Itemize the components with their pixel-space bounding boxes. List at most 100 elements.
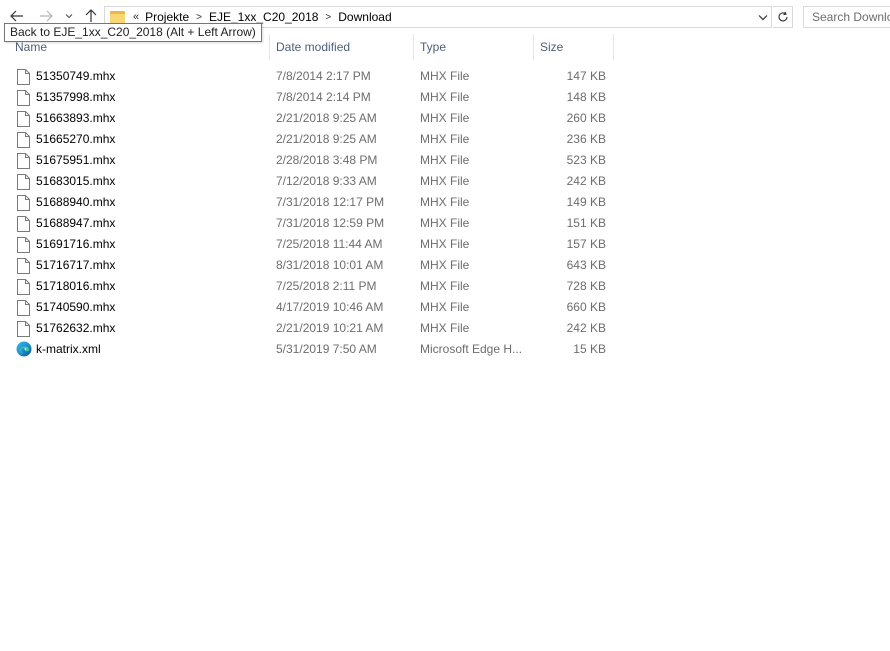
file-list: 51350749.mhx 7/8/2014 2:17 PM MHX File 147 … bbox=[0, 66, 614, 360]
file-date-modified: 7/25/2018 11:44 AM bbox=[276, 237, 383, 251]
file-row[interactable]: 51740590.mhx 4/17/2019 10:46 AM MHX File 66… bbox=[0, 297, 614, 318]
address-history-button[interactable] bbox=[755, 7, 771, 27]
file-size: 147 KB bbox=[566, 69, 606, 83]
file-size: 643 KB bbox=[566, 258, 606, 272]
file-name: 51688947.mhx bbox=[36, 216, 116, 230]
file-name: 51688940.mhx bbox=[36, 195, 116, 209]
file-date-modified: 7/31/2018 12:17 PM bbox=[276, 195, 385, 209]
file-type: MHX File bbox=[420, 216, 470, 230]
file-date-modified: 2/28/2018 3:48 PM bbox=[276, 153, 378, 167]
file-type: MHX File bbox=[420, 237, 470, 251]
file-size: 728 KB bbox=[566, 279, 606, 293]
file-date-modified: 2/21/2019 10:21 AM bbox=[276, 321, 384, 335]
back-button-tooltip: Back to EJE_1xx_C20_2018 (Alt + Left Arr… bbox=[4, 23, 262, 42]
column-header-type[interactable]: Type bbox=[414, 34, 534, 60]
file-name: 51716717.mhx bbox=[36, 258, 116, 272]
file-name: k-matrix.xml bbox=[36, 342, 101, 356]
chevron-right-icon[interactable]: > bbox=[196, 12, 202, 23]
file-row[interactable]: 51683015.mhx 7/12/2018 9:33 AM MHX File 242… bbox=[0, 171, 614, 192]
column-header-date-modified[interactable]: Date modified bbox=[270, 34, 414, 60]
file-date-modified: 2/21/2018 9:25 AM bbox=[276, 132, 377, 146]
file-size: 157 KB bbox=[566, 237, 606, 251]
file-date-modified: 7/8/2014 2:17 PM bbox=[276, 69, 371, 83]
file-type: MHX File bbox=[420, 153, 470, 167]
file-row[interactable]: 51665270.mhx 2/21/2018 9:25 AM MHX File 236… bbox=[0, 129, 614, 150]
file-icon bbox=[17, 90, 30, 106]
file-row[interactable]: 51688947.mhx 7/31/2018 12:59 PM MHX File 15… bbox=[0, 213, 614, 234]
file-date-modified: 7/8/2014 2:14 PM bbox=[276, 90, 371, 104]
file-type: MHX File bbox=[420, 258, 470, 272]
arrow-right-icon bbox=[40, 10, 53, 22]
file-type: Microsoft Edge H... bbox=[420, 342, 523, 356]
file-size: 149 KB bbox=[566, 195, 606, 209]
chevron-right-icon[interactable]: > bbox=[325, 12, 331, 23]
file-date-modified: 8/31/2018 10:01 AM bbox=[276, 258, 384, 272]
file-name: 51357998.mhx bbox=[36, 90, 116, 104]
file-row[interactable]: 51675951.mhx 2/28/2018 3:48 PM MHX File 523… bbox=[0, 150, 614, 171]
file-name: 51350749.mhx bbox=[36, 69, 116, 83]
file-size: 242 KB bbox=[566, 321, 606, 335]
file-size: 260 KB bbox=[566, 111, 606, 125]
file-row[interactable]: 51691716.mhx 7/25/2018 11:44 AM MHX File 15… bbox=[0, 234, 614, 255]
file-icon bbox=[17, 300, 30, 316]
file-name: 51691716.mhx bbox=[36, 237, 116, 251]
file-name: 51675951.mhx bbox=[36, 153, 116, 167]
file-size: 242 KB bbox=[566, 174, 606, 188]
column-header-size[interactable]: Size bbox=[534, 34, 614, 60]
arrow-left-icon bbox=[10, 10, 23, 22]
file-icon bbox=[17, 69, 30, 85]
file-date-modified: 2/21/2018 9:25 AM bbox=[276, 111, 377, 125]
file-row[interactable]: 51762632.mhx 2/21/2019 10:21 AM MHX File 24… bbox=[0, 318, 614, 339]
file-size: 660 KB bbox=[566, 300, 606, 314]
arrow-up-icon bbox=[85, 9, 97, 22]
file-type: MHX File bbox=[420, 111, 470, 125]
breadcrumb-item-projekte[interactable]: Projekte bbox=[145, 10, 189, 24]
file-date-modified: 7/25/2018 2:11 PM bbox=[276, 279, 377, 293]
chevron-down-icon bbox=[758, 14, 768, 20]
file-size: 15 KB bbox=[573, 342, 606, 356]
file-row[interactable]: 51688940.mhx 7/31/2018 12:17 PM MHX File 14… bbox=[0, 192, 614, 213]
file-name: 51762632.mhx bbox=[36, 321, 116, 335]
file-size: 523 KB bbox=[566, 153, 606, 167]
file-name: 51740590.mhx bbox=[36, 300, 116, 314]
file-icon bbox=[17, 195, 30, 211]
file-row[interactable]: 51718016.mhx 7/25/2018 2:11 PM MHX File 728… bbox=[0, 276, 614, 297]
file-name: 51718016.mhx bbox=[36, 279, 116, 293]
file-date-modified: 7/12/2018 9:33 AM bbox=[276, 174, 377, 188]
refresh-button[interactable] bbox=[773, 6, 793, 28]
file-size: 236 KB bbox=[566, 132, 606, 146]
chevron-down-icon bbox=[65, 14, 73, 19]
file-size: 151 KB bbox=[566, 216, 606, 230]
search-box[interactable] bbox=[803, 6, 890, 28]
file-icon bbox=[17, 279, 30, 295]
file-date-modified: 7/31/2018 12:59 PM bbox=[276, 216, 385, 230]
file-row[interactable]: k-matrix.xml 5/31/2019 7:50 AM Microsoft E… bbox=[0, 339, 614, 360]
file-date-modified: 5/31/2019 7:50 AM bbox=[276, 342, 377, 356]
edge-icon bbox=[16, 341, 32, 357]
breadcrumb-overflow-button[interactable]: « bbox=[133, 11, 139, 23]
breadcrumb-item-download[interactable]: Download bbox=[338, 10, 391, 24]
file-icon bbox=[17, 216, 30, 232]
file-type: MHX File bbox=[420, 69, 470, 83]
file-size: 148 KB bbox=[566, 90, 606, 104]
file-icon bbox=[17, 258, 30, 274]
file-icon bbox=[17, 132, 30, 148]
file-row[interactable]: 51357998.mhx 7/8/2014 2:14 PM MHX File 148 … bbox=[0, 87, 614, 108]
file-name: 51663893.mhx bbox=[36, 111, 116, 125]
file-name: 51683015.mhx bbox=[36, 174, 116, 188]
file-icon bbox=[17, 111, 30, 127]
file-type: MHX File bbox=[420, 279, 470, 293]
refresh-icon bbox=[778, 11, 788, 22]
file-row[interactable]: 51716717.mhx 8/31/2018 10:01 AM MHX File 64… bbox=[0, 255, 614, 276]
file-row[interactable]: 51350749.mhx 7/8/2014 2:17 PM MHX File 147 … bbox=[0, 66, 614, 87]
file-icon bbox=[17, 321, 30, 337]
file-row[interactable]: 51663893.mhx 2/21/2018 9:25 AM MHX File 260… bbox=[0, 108, 614, 129]
file-name: 51665270.mhx bbox=[36, 132, 116, 146]
breadcrumb-item-eje[interactable]: EJE_1xx_C20_2018 bbox=[209, 10, 318, 24]
file-icon bbox=[17, 153, 30, 169]
folder-icon bbox=[110, 11, 125, 23]
file-type: MHX File bbox=[420, 300, 470, 314]
file-type: MHX File bbox=[420, 321, 470, 335]
file-type: MHX File bbox=[420, 90, 470, 104]
search-input[interactable] bbox=[812, 10, 890, 24]
